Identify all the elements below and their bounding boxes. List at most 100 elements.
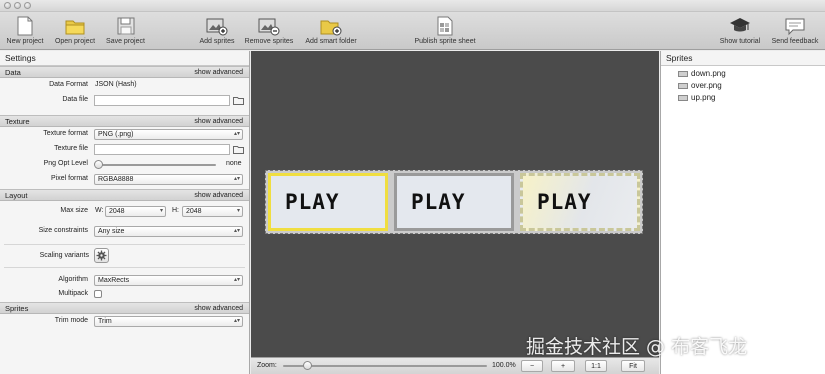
new-project-label: New project [6,38,44,45]
remove-image-icon [258,18,280,36]
layout-section-title: Layout [5,191,28,200]
zoom-window-button[interactable] [24,2,31,9]
zoom-slider[interactable] [283,361,487,370]
show-tutorial-label: Show tutorial [719,38,761,45]
publish-sprite-sheet-button[interactable]: Publish sprite sheet [411,16,479,45]
remove-sprites-button[interactable]: Remove sprites [242,16,296,45]
publish-sheet-icon [437,16,453,36]
texture-section-header: Texture show advanced [0,115,249,127]
algorithm-select[interactable]: MaxRects ▴▾ [94,275,243,286]
texture-format-value: PNG (.png) [98,131,134,138]
graduation-cap-icon [730,18,750,32]
remove-sprites-label: Remove sprites [244,38,294,45]
settings-panel: Settings Data show advanced Data Format … [0,51,250,374]
chevron-updown-icon: ▴▾ [233,131,240,137]
sprite-up[interactable]: PLAY [268,173,388,231]
add-image-icon [206,18,228,36]
minimize-window-button[interactable] [14,2,21,9]
algorithm-row: Algorithm MaxRects ▴▾ [0,273,249,288]
scaling-variants-label: Scaling variants [39,252,89,259]
speech-bubble-icon [785,18,805,36]
sprite-list-item[interactable]: up.png [661,92,825,104]
show-tutorial-button[interactable]: Show tutorial [716,16,764,45]
image-file-icon [678,71,688,77]
data-file-label: Data file [62,96,88,103]
max-size-w-label: W: [95,207,104,214]
sprite-list-label: up.png [691,93,716,102]
sprite-list-item[interactable]: over.png [661,80,825,92]
sprite-list-item[interactable]: down.png [661,68,825,80]
save-project-label: Save project [106,38,145,45]
max-size-h-label: H: [172,207,179,214]
add-sprites-button[interactable]: Add sprites [196,16,238,45]
zoom-fit-button[interactable]: Fit [621,360,645,372]
texture-format-select[interactable]: PNG (.png) ▴▾ [94,129,243,140]
png-opt-level-knob[interactable] [94,160,103,169]
trim-mode-select[interactable]: Trim ▴▾ [94,316,243,327]
algorithm-label: Algorithm [58,276,88,283]
size-constraints-select[interactable]: Any size ▴▾ [94,226,243,237]
zoom-out-button[interactable]: − [521,360,543,372]
watermark: 掘金技术社区 @ 布客飞龙 [526,336,748,358]
size-constraints-label: Size constraints [38,227,88,234]
play-text: PLAY [411,190,466,214]
algorithm-value: MaxRects [98,277,130,284]
chevron-down-icon[interactable]: ▾ [237,207,240,216]
data-file-input[interactable] [94,95,230,106]
max-size-h-combo[interactable]: 2048 ▾ [182,206,243,217]
png-opt-level-slider[interactable] [94,160,216,169]
sprite-sheet-canvas[interactable]: PLAY PLAY PLAY [251,51,659,357]
zoom-actual-size-button[interactable]: 1:1 [585,360,607,372]
zoom-label: Zoom: [257,362,277,369]
send-feedback-label: Send feedback [771,38,819,45]
texture-file-row: Texture file [0,142,249,157]
zoom-bar: Zoom: 100.0% − + 1:1 Fit [251,357,659,374]
texture-file-folder-icon[interactable] [233,145,244,154]
sprites-section-title: Sprites [5,304,29,313]
max-size-w-combo[interactable]: 2048 ▾ [105,206,166,217]
send-feedback-button[interactable]: Send feedback [768,16,822,45]
add-sprites-label: Add sprites [199,38,235,45]
zoom-in-button[interactable]: + [551,360,575,372]
trim-mode-label: Trim mode [54,317,88,324]
sprite-list-label: down.png [691,69,726,78]
new-project-button[interactable]: New project [4,16,46,45]
toolbar: New project Open project Save project Ad… [0,12,825,50]
data-file-folder-icon[interactable] [233,96,244,105]
data-section-header: Data show advanced [0,66,249,78]
max-size-row: Max size W: 2048 ▾ H: 2048 ▾ [0,204,249,219]
data-format-value: JSON (Hash) [95,81,137,88]
image-file-icon [678,83,688,89]
multipack-row: Multipack [0,288,249,300]
size-constraints-row: Size constraints Any size ▴▾ [0,224,249,239]
scaling-variants-button[interactable] [94,248,109,263]
save-project-button[interactable]: Save project [104,16,147,45]
open-project-button[interactable]: Open project [52,16,98,45]
open-project-label: Open project [54,38,96,45]
trim-mode-row: Trim mode Trim ▴▾ [0,314,249,329]
sprite-down[interactable]: PLAY [394,173,514,231]
sprite-over[interactable]: PLAY [520,173,640,231]
multipack-label: Multipack [58,290,88,297]
sprites-panel-title: Sprites [661,51,825,66]
image-file-icon [678,95,688,101]
data-format-row: Data Format JSON (Hash) [0,78,249,93]
chevron-updown-icon: ▴▾ [233,176,240,182]
smart-folder-icon [320,20,342,36]
sprites-section-header: Sprites show advanced [0,302,249,314]
close-window-button[interactable] [4,2,11,9]
add-smart-folder-button[interactable]: Add smart folder [302,16,360,45]
layout-show-advanced-link[interactable]: show advanced [194,190,243,202]
play-text: PLAY [537,190,592,214]
png-opt-level-value: none [226,160,242,167]
pixel-format-select[interactable]: RGBA8888 ▴▾ [94,174,243,185]
zoom-slider-knob[interactable] [302,361,312,370]
png-opt-level-label: Png Opt Level [43,160,88,167]
scaling-variants-row: Scaling variants [0,245,249,267]
pixel-format-label: Pixel format [51,175,88,182]
chevron-updown-icon: ▴▾ [233,228,240,234]
multipack-checkbox[interactable] [94,290,102,298]
chevron-down-icon[interactable]: ▾ [160,207,163,216]
texture-file-input[interactable] [94,144,230,155]
texture-file-label: Texture file [54,145,88,152]
